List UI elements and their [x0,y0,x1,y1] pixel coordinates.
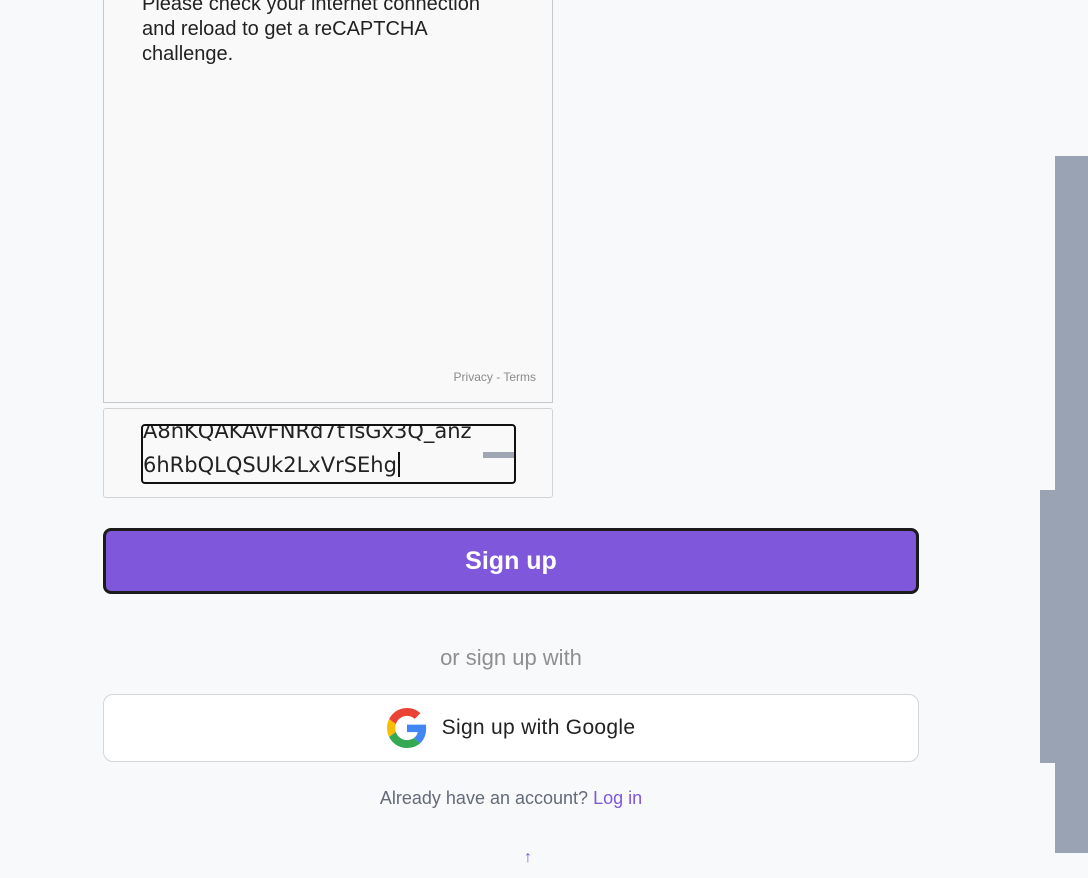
recaptcha-privacy-link[interactable]: Privacy [454,370,493,384]
recaptcha-error-message: Please check your internet connection an… [142,0,480,65]
recaptcha-links-separator: - [492,370,504,384]
arrow-up-icon[interactable]: ↑ [519,848,537,868]
text-caret [397,452,400,477]
signup-page: Please check your internet connection an… [0,0,1088,878]
recaptcha-token-textarea[interactable]: A8nKQAKAvFNRd7tTsGx3Q_anz6hRbQLQSUk2LxVr… [141,424,516,484]
google-button-label: Sign up with Google [441,716,636,739]
side-panel-lower [1055,763,1088,853]
recaptcha-token-text: A8nKQAKAvFNRd7tTsGx3Q_anz6hRbQLQSUk2LxVr… [143,424,483,482]
recaptcha-terms-link[interactable]: Terms [503,370,536,384]
login-prompt-text: Already have an account? [379,788,589,808]
log-in-link[interactable]: Log in [593,788,642,808]
recaptcha-token-value: A8nKQAKAvFNRd7tTsGx3Q_anz6hRbQLQSUk2LxVr… [143,424,472,477]
login-prompt-row: Already have an account? Log in [103,788,919,809]
textarea-scrollbar-thumb[interactable] [483,452,514,458]
sign-up-button[interactable]: Sign up [103,528,919,594]
google-sign-up-button[interactable]: Sign up with Google [103,694,919,762]
side-panel-upper [1055,156,1088,490]
or-sign-up-with-divider: or sign up with [440,645,582,670]
recaptcha-token-box: A8nKQAKAvFNRd7tTsGx3Q_anz6hRbQLQSUk2LxVr… [103,408,553,498]
google-icon [386,708,426,748]
side-panel-middle [1040,490,1088,763]
recaptcha-links: Privacy - Terms [454,370,536,384]
recaptcha-frame: Please check your internet connection an… [103,0,553,403]
